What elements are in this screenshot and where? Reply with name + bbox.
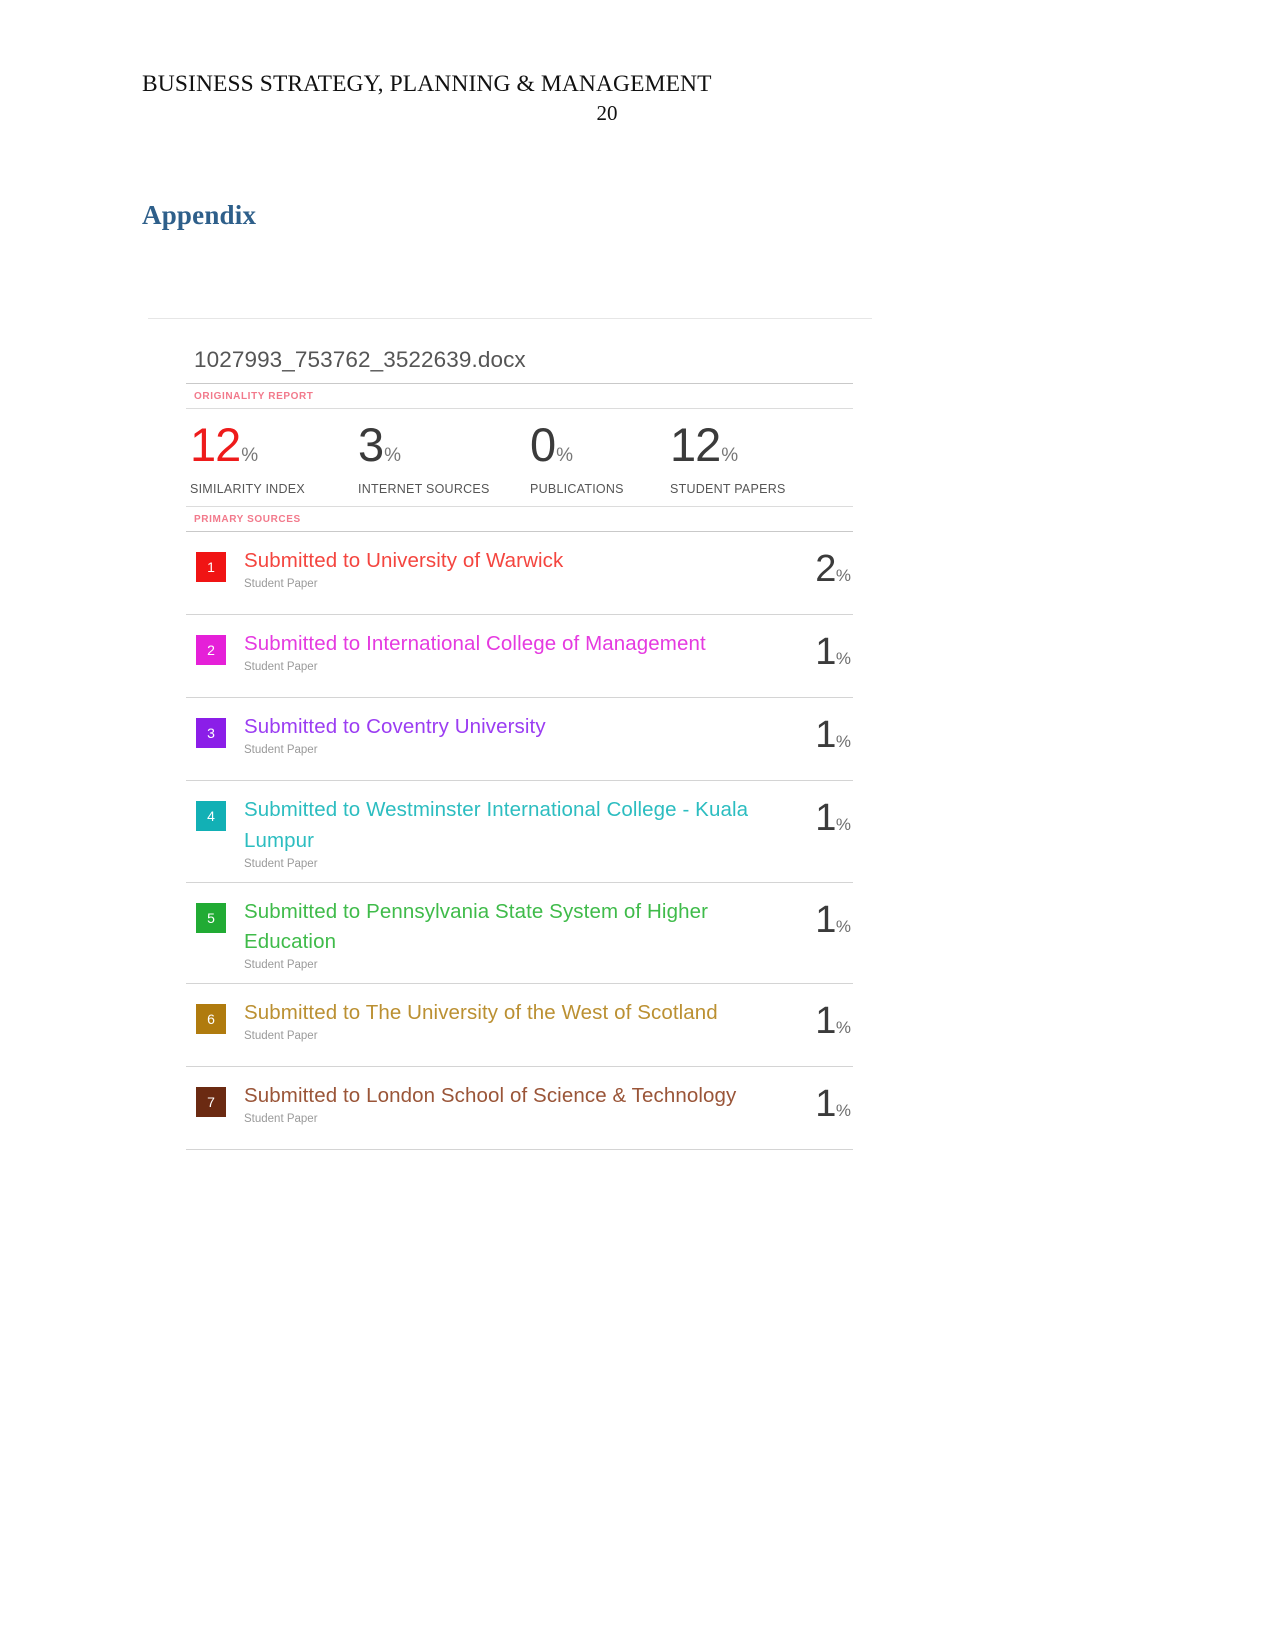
stat-publications: 0 % PUBLICATIONS: [530, 418, 670, 496]
source-rank-badge: 3: [196, 718, 226, 748]
source-type: Student Paper: [244, 1112, 318, 1125]
source-title[interactable]: Submitted to International College of Ma…: [244, 629, 767, 660]
source-percent: 1%: [777, 714, 853, 757]
percent-symbol: %: [556, 445, 574, 466]
source-percent: 1%: [777, 1083, 853, 1126]
originality-report-figure: 1027993_753762_3522639.docx ORIGINALITY …: [148, 318, 872, 1150]
source-percent-value: 2: [815, 548, 836, 590]
source-percent: 1%: [777, 899, 853, 942]
primary-sources-list: 1 Submitted to University of Warwick Stu…: [186, 532, 853, 1150]
source-body: Submitted to International College of Ma…: [226, 629, 777, 673]
source-percent-value: 1: [815, 631, 836, 673]
source-body: Submitted to London School of Science & …: [226, 1081, 777, 1125]
source-rank-badge: 6: [196, 1004, 226, 1034]
stat-value-line: 0 %: [530, 418, 670, 475]
source-type: Student Paper: [244, 857, 318, 870]
stat-label: STUDENT PAPERS: [670, 482, 786, 496]
source-row[interactable]: 6 Submitted to The University of the Wes…: [186, 984, 853, 1067]
primary-sources-label: PRIMARY SOURCES: [194, 514, 301, 525]
stat-value: 3: [358, 418, 384, 471]
percent-symbol: %: [835, 566, 851, 585]
originality-stats-row: 12 % SIMILARITY INDEX 3 % INTERNET SOURC…: [186, 409, 853, 506]
source-percent: 2%: [777, 548, 853, 591]
stat-label: PUBLICATIONS: [530, 482, 624, 496]
percent-symbol: %: [835, 732, 851, 751]
stat-value-line: 12 %: [670, 418, 830, 475]
source-type: Student Paper: [244, 743, 318, 756]
percent-symbol: %: [835, 815, 851, 834]
source-title[interactable]: Submitted to London School of Science & …: [244, 1081, 767, 1112]
source-title[interactable]: Submitted to University of Warwick: [244, 546, 767, 577]
page-title: Appendix: [142, 200, 257, 230]
source-body: Submitted to Pennsylvania State System o…: [226, 897, 777, 972]
source-title[interactable]: Submitted to The University of the West …: [244, 998, 767, 1029]
source-row[interactable]: 3 Submitted to Coventry University Stude…: [186, 698, 853, 781]
source-row[interactable]: 7 Submitted to London School of Science …: [186, 1067, 853, 1150]
source-rank-badge: 2: [196, 635, 226, 665]
source-title[interactable]: Submitted to Westminster International C…: [244, 795, 767, 857]
stat-value: 0: [530, 418, 556, 471]
stat-value: 12: [190, 418, 241, 471]
source-row[interactable]: 5 Submitted to Pennsylvania State System…: [186, 883, 853, 984]
percent-symbol: %: [835, 1018, 851, 1037]
source-rank-badge: 7: [196, 1087, 226, 1117]
source-body: Submitted to University of Warwick Stude…: [226, 546, 777, 590]
originality-report-label: ORIGINALITY REPORT: [194, 391, 314, 402]
stat-value-line: 3 %: [358, 418, 530, 475]
stat-value: 12: [670, 418, 721, 471]
source-percent: 1%: [777, 1000, 853, 1043]
stat-internet-sources: 3 % INTERNET SOURCES: [358, 418, 530, 496]
source-type: Student Paper: [244, 577, 318, 590]
source-percent-value: 1: [815, 898, 836, 941]
stat-label: SIMILARITY INDEX: [190, 482, 305, 496]
percent-symbol: %: [835, 916, 851, 936]
source-percent: 1%: [777, 631, 853, 674]
source-row[interactable]: 1 Submitted to University of Warwick Stu…: [186, 532, 853, 615]
stat-label: INTERNET SOURCES: [358, 482, 490, 496]
page-number: 20: [596, 100, 618, 125]
source-title[interactable]: Submitted to Pennsylvania State System o…: [244, 897, 767, 959]
percent-symbol: %: [835, 1101, 851, 1120]
source-rank-badge: 1: [196, 552, 226, 582]
source-body: Submitted to Westminster International C…: [226, 795, 777, 870]
source-rank-badge: 4: [196, 801, 226, 831]
percent-symbol: %: [384, 445, 402, 466]
originality-report-card: 1027993_753762_3522639.docx ORIGINALITY …: [186, 347, 853, 1150]
report-filename: 1027993_753762_3522639.docx: [194, 347, 526, 372]
percent-symbol: %: [835, 649, 851, 668]
stat-value-line: 12 %: [190, 418, 358, 475]
source-type: Student Paper: [244, 959, 318, 971]
source-type: Student Paper: [244, 1029, 318, 1042]
source-row[interactable]: 2 Submitted to International College of …: [186, 615, 853, 698]
running-head-title: BUSINESS STRATEGY, PLANNING & MANAGEMENT: [142, 71, 712, 97]
source-body: Submitted to Coventry University Student…: [226, 712, 777, 756]
stat-similarity-index: 12 % SIMILARITY INDEX: [190, 418, 358, 496]
source-percent: 1%: [777, 797, 853, 840]
source-body: Submitted to The University of the West …: [226, 998, 777, 1042]
source-rank-badge: 5: [196, 902, 226, 933]
document-running-head: BUSINESS STRATEGY, PLANNING & MANAGEMENT…: [142, 70, 1132, 126]
percent-symbol: %: [241, 445, 259, 466]
figure-top-divider: [148, 318, 872, 319]
source-percent-value: 1: [815, 714, 836, 756]
source-percent-value: 1: [815, 1000, 836, 1042]
source-percent-value: 1: [815, 797, 836, 839]
source-percent-value: 1: [815, 1083, 836, 1125]
source-row[interactable]: 4 Submitted to Westminster International…: [186, 781, 853, 883]
source-type: Student Paper: [244, 660, 318, 673]
percent-symbol: %: [721, 445, 739, 466]
source-title[interactable]: Submitted to Coventry University: [244, 712, 767, 743]
stat-student-papers: 12 % STUDENT PAPERS: [670, 418, 830, 496]
